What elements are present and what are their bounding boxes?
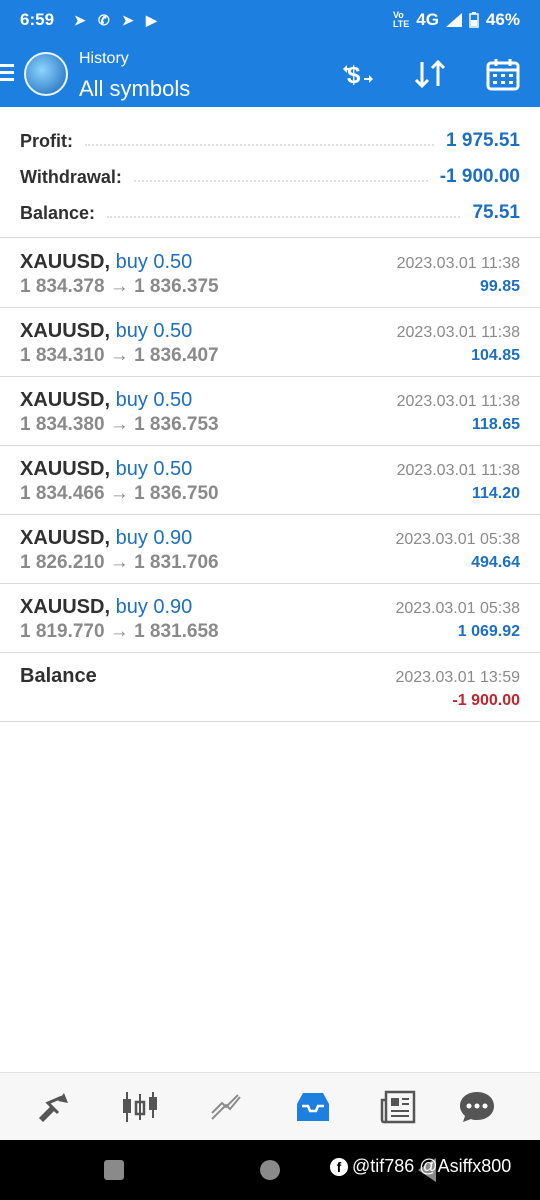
battery-icon [469, 12, 479, 28]
deal-symbol: XAUUSD, [20, 320, 111, 342]
balance-row: Balance: 75.51 [0, 195, 540, 231]
facebook-icon: f [330, 1157, 348, 1176]
deal-price: 1 834.310 → 1 836.407 [20, 345, 219, 366]
deal-time: 2023.03.01 11:38 [396, 393, 520, 410]
deal-symbol: XAUUSD, [20, 527, 111, 549]
messages-icon[interactable] [457, 1087, 497, 1127]
deal-time: 2023.03.01 05:38 [395, 600, 520, 617]
watermark-text: @tif786 @Asiffx800 [352, 1156, 512, 1176]
deal-type: buy 0.90 [115, 527, 193, 549]
deal-symbol-line: XAUUSD, buy 0.50 [20, 251, 192, 274]
telegram-icon: ➤ [122, 12, 134, 28]
volte-icon: Vo LTE [392, 10, 410, 29]
deal-symbol: XAUUSD, [20, 251, 111, 273]
deal-type: buy 0.50 [115, 389, 193, 411]
status-time: 6:59 [20, 10, 55, 29]
deal-symbol-line: XAUUSD, buy 0.50 [20, 389, 192, 412]
home-button[interactable] [260, 1160, 280, 1180]
deal-profit: 114.20 [471, 485, 520, 502]
youtube-icon: ▶ [146, 12, 157, 28]
deal-symbol-line: XAUUSD, buy 0.50 [20, 458, 192, 481]
deal-symbol: XAUUSD, [20, 389, 111, 411]
network-type: 4G [416, 10, 439, 29]
svg-text:$: $ [347, 62, 361, 89]
balance-op-amount: -1 900.00 [452, 692, 520, 709]
menu-icon[interactable] [0, 64, 14, 82]
header-subtitle: History [79, 50, 129, 67]
deal-type: buy 0.50 [115, 458, 193, 480]
telegram-icon: ➤ [74, 12, 86, 28]
news-icon[interactable] [379, 1087, 419, 1127]
system-nav-bar: f @tif786 @Asiffx800 [0, 1140, 540, 1200]
profit-label: Profit: [20, 130, 73, 151]
balance-op-label: Balance [20, 665, 97, 687]
deal-symbol: XAUUSD, [20, 458, 111, 480]
profit-row: Profit: 1 975.51 [0, 123, 540, 159]
deal-price: 1 834.378 → 1 836.375 [20, 276, 219, 297]
signal-icon [445, 13, 462, 27]
symbol-selector[interactable]: All symbols [79, 76, 190, 102]
deal-symbol-line: XAUUSD, buy 0.50 [20, 320, 192, 343]
battery-level: 46% [485, 10, 520, 29]
deal-row[interactable]: XAUUSD, buy 0.90 1 826.210 → 1 831.706 2… [0, 515, 540, 584]
profit-value: 1 975.51 [446, 130, 520, 151]
sort-icon[interactable] [410, 54, 450, 94]
deal-price: 1 834.380 → 1 836.753 [20, 414, 219, 435]
deal-price: 1 819.770 → 1 831.658 [20, 621, 219, 642]
deal-row[interactable]: XAUUSD, buy 0.50 1 834.310 → 1 836.407 2… [0, 308, 540, 377]
balance-value: 75.51 [472, 202, 520, 223]
call-icon: ✆ [98, 12, 110, 28]
deal-time: 2023.03.01 11:38 [396, 324, 520, 341]
calendar-icon[interactable] [483, 54, 523, 94]
exchange-dollar-icon[interactable]: $ [338, 54, 378, 94]
balance-operation-row[interactable]: Balance 2023.03.01 13:59 -1 900.00 [0, 653, 540, 722]
trade-icon[interactable] [206, 1087, 246, 1127]
quotes-icon[interactable] [34, 1087, 74, 1127]
deal-type: buy 0.50 [115, 320, 193, 342]
app-header: History All symbols $ [0, 40, 540, 107]
deal-symbol-line: XAUUSD, buy 0.90 [20, 596, 192, 619]
bottom-nav [0, 1072, 540, 1140]
deal-symbol: XAUUSD, [20, 596, 111, 618]
balance-op-time: 2023.03.01 13:59 [395, 669, 520, 686]
chart-icon[interactable] [120, 1087, 160, 1127]
recents-button[interactable] [104, 1160, 124, 1180]
deal-time: 2023.03.01 11:38 [396, 255, 520, 272]
deals-list: XAUUSD, buy 0.50 1 834.378 → 1 836.375 2… [0, 239, 540, 722]
withdrawal-row: Withdrawal: -1 900.00 [0, 159, 540, 195]
deal-row[interactable]: XAUUSD, buy 0.50 1 834.466 → 1 836.750 2… [0, 446, 540, 515]
history-icon[interactable] [293, 1087, 333, 1127]
deal-time: 2023.03.01 11:38 [396, 462, 520, 479]
deal-type: buy 0.90 [115, 596, 193, 618]
deal-symbol-line: XAUUSD, buy 0.90 [20, 527, 192, 550]
deal-price: 1 834.466 → 1 836.750 [20, 483, 219, 504]
dotted-leader [107, 216, 461, 218]
watermark: f @tif786 @Asiffx800 [330, 1156, 511, 1177]
withdrawal-value: -1 900.00 [439, 166, 520, 187]
deal-profit: 494.64 [471, 554, 520, 571]
withdrawal-label: Withdrawal: [20, 166, 122, 187]
deal-price: 1 826.210 → 1 831.706 [20, 552, 219, 573]
balance-label: Balance: [20, 202, 96, 223]
deal-time: 2023.03.01 05:38 [395, 531, 520, 548]
deal-row[interactable]: XAUUSD, buy 0.90 1 819.770 → 1 831.658 2… [0, 584, 540, 653]
dotted-leader [85, 144, 435, 146]
app-logo [24, 52, 68, 96]
status-bar: 6:59 ➤ ✆ ➤ ▶ Vo LTE 4G 46% [0, 0, 540, 40]
deal-profit: 1 069.92 [457, 623, 520, 640]
deal-profit: 99.85 [479, 278, 520, 295]
dotted-leader [133, 180, 428, 182]
deal-row[interactable]: XAUUSD, buy 0.50 1 834.378 → 1 836.375 2… [0, 239, 540, 308]
deal-type: buy 0.50 [115, 251, 193, 273]
deal-profit: 104.85 [471, 347, 520, 364]
deal-profit: 118.65 [471, 416, 520, 433]
deal-row[interactable]: XAUUSD, buy 0.50 1 834.380 → 1 836.753 2… [0, 377, 540, 446]
summary-panel: Profit: 1 975.51 Withdrawal: -1 900.00 B… [0, 107, 540, 238]
